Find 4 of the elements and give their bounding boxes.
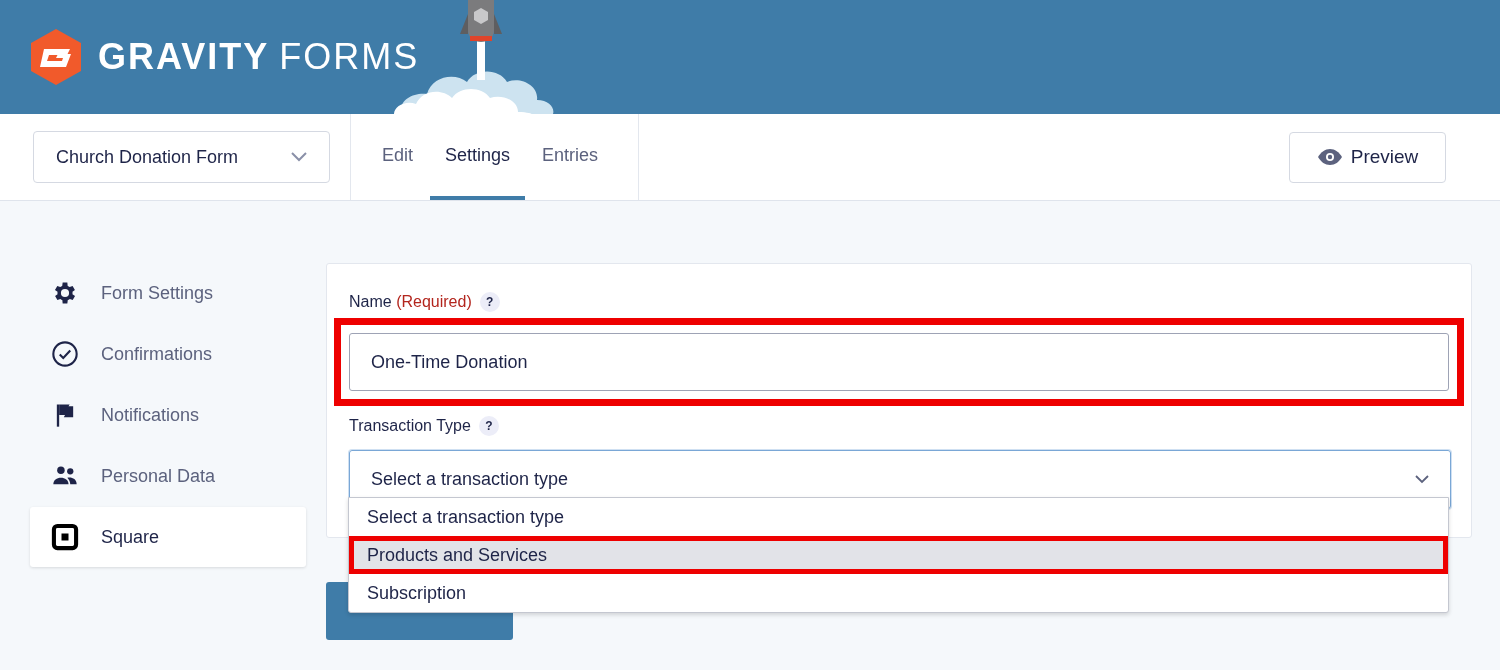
field-label: Name (Required): [349, 292, 472, 312]
logo-text: FORMS: [279, 35, 420, 79]
logo-text: GRAVITY: [98, 35, 270, 79]
field-label: Transaction Type: [349, 416, 471, 436]
